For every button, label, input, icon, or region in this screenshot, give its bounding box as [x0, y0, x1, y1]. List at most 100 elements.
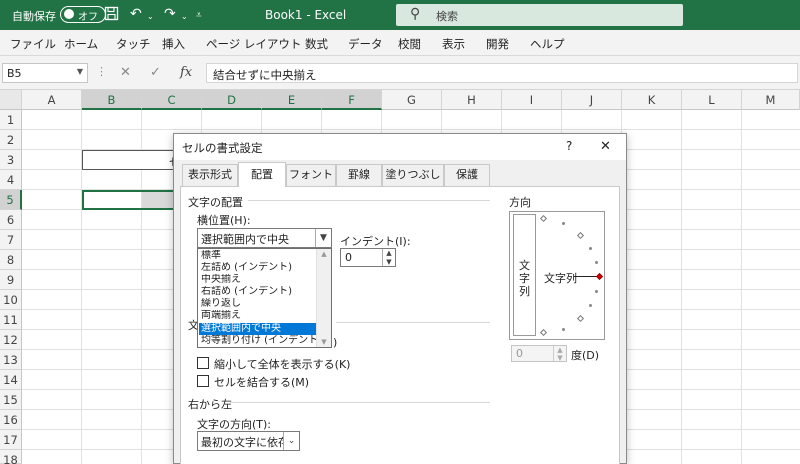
chevron-down-icon[interactable]: ⌄: [283, 432, 299, 450]
horizontal-alignment-value: 選択範囲内で中央: [201, 233, 289, 246]
row-header[interactable]: 10: [0, 290, 22, 310]
column-header[interactable]: A: [22, 90, 82, 110]
tab-home[interactable]: ホーム: [64, 36, 98, 52]
row-header[interactable]: 5: [0, 190, 22, 210]
spin-down-icon[interactable]: ▼: [383, 258, 395, 267]
text-direction-select[interactable]: 最初の文字に依存 ⌄: [197, 431, 300, 451]
tab-insert[interactable]: 挿入: [162, 36, 185, 52]
enter-icon[interactable]: ✓: [150, 65, 161, 80]
search-icon: ⚲: [410, 6, 421, 22]
dropdown-option[interactable]: 繰り返し: [199, 298, 316, 310]
dropdown-option[interactable]: 均等割り付け (インデント): [199, 335, 316, 347]
shrink-to-fit-checkbox[interactable]: [197, 357, 209, 369]
horizontal-alignment-dropdown[interactable]: 標準 左詰め (インデント) 中央揃え 右詰め (インデント) 繰り返し 両端揃…: [197, 248, 332, 348]
dropdown-option[interactable]: 両端揃え: [199, 310, 316, 322]
chevron-down-icon[interactable]: ▼: [77, 67, 83, 76]
row-header[interactable]: 13: [0, 350, 22, 370]
formula-input[interactable]: 結合せずに中央揃え: [206, 63, 798, 83]
tab-number[interactable]: 表示形式: [182, 164, 238, 186]
redo-dropdown-icon[interactable]: ⌄: [181, 9, 188, 25]
scroll-up-icon[interactable]: ▲: [317, 250, 331, 258]
indent-label: インデント(I):: [340, 235, 411, 248]
name-box[interactable]: B5 ▼: [2, 63, 88, 83]
tab-review[interactable]: 校閲: [398, 36, 421, 52]
column-header[interactable]: B: [82, 90, 142, 110]
spin-up-icon[interactable]: ▲: [554, 346, 566, 354]
row-header[interactable]: 17: [0, 430, 22, 450]
column-header[interactable]: G: [382, 90, 442, 110]
tab-formulas[interactable]: 数式: [305, 36, 328, 52]
tab-view[interactable]: 表示: [442, 36, 465, 52]
tab-alignment[interactable]: 配置: [238, 162, 286, 187]
row-header[interactable]: 8: [0, 250, 22, 270]
dropdown-option[interactable]: 中央揃え: [199, 274, 316, 286]
row-header[interactable]: 18: [0, 450, 22, 464]
dropdown-option[interactable]: 標準: [199, 250, 316, 262]
insert-function-icon[interactable]: fx: [180, 65, 192, 80]
dropdown-option[interactable]: 左詰め (インデント): [199, 262, 316, 274]
column-header[interactable]: E: [262, 90, 322, 110]
orientation-group-label: 方向: [509, 196, 531, 209]
tab-font[interactable]: フォント: [286, 164, 336, 186]
help-icon[interactable]: ?: [566, 139, 572, 153]
row-header[interactable]: 6: [0, 210, 22, 230]
close-icon[interactable]: ✕: [600, 139, 611, 154]
undo-dropdown-icon[interactable]: ⌄: [147, 9, 154, 25]
dropdown-option-selected[interactable]: 選択範囲内で中央: [199, 323, 316, 335]
row-header[interactable]: 1: [0, 110, 22, 130]
column-header[interactable]: K: [622, 90, 682, 110]
select-all-corner[interactable]: [0, 90, 22, 110]
row-header[interactable]: 7: [0, 230, 22, 250]
undo-icon[interactable]: ↶: [130, 6, 142, 22]
tab-file[interactable]: ファイル: [10, 36, 56, 52]
column-header[interactable]: C: [142, 90, 202, 110]
column-header[interactable]: L: [682, 90, 742, 110]
dropdown-scrollbar[interactable]: ▲ ▼: [316, 249, 331, 347]
column-header[interactable]: J: [562, 90, 622, 110]
row-header[interactable]: 9: [0, 270, 22, 290]
row-header[interactable]: 11: [0, 310, 22, 330]
tab-fill[interactable]: 塗りつぶし: [382, 164, 444, 186]
row-header[interactable]: 15: [0, 390, 22, 410]
customize-quick-access-icon[interactable]: ⩡: [196, 8, 202, 24]
column-header[interactable]: F: [322, 90, 382, 110]
spin-up-icon[interactable]: ▲: [383, 249, 395, 258]
chevron-down-icon[interactable]: ▼: [315, 229, 331, 247]
autosave-toggle[interactable]: オフ: [60, 6, 106, 23]
indent-spinner[interactable]: 0 ▲ ▼: [340, 248, 396, 267]
orientation-dot: [562, 222, 565, 225]
tab-touch[interactable]: タッチ: [116, 36, 151, 52]
dialog-title: セルの書式設定: [182, 141, 263, 155]
row-header[interactable]: 2: [0, 130, 22, 150]
row-header[interactable]: 4: [0, 170, 22, 190]
ribbon-tabs: ファイル ホーム タッチ 挿入 ページ レイアウト 数式 データ 校閲 表示 開…: [0, 30, 800, 56]
merge-cells-checkbox[interactable]: [197, 375, 209, 387]
column-header[interactable]: D: [202, 90, 262, 110]
dropdown-option[interactable]: 右詰め (インデント): [199, 286, 316, 298]
tab-protection[interactable]: 保護: [444, 164, 490, 186]
column-header[interactable]: M: [742, 90, 800, 110]
spinner-buttons[interactable]: ▲ ▼: [553, 346, 566, 361]
save-icon[interactable]: [104, 6, 119, 25]
row-header[interactable]: 3: [0, 150, 22, 170]
row-header[interactable]: 16: [0, 410, 22, 430]
vertical-text-button[interactable]: 文字列: [513, 214, 536, 336]
tab-data[interactable]: データ: [348, 36, 383, 52]
degrees-spinner[interactable]: 0 ▲ ▼: [511, 345, 567, 362]
search-box[interactable]: ⚲ 検索: [396, 4, 683, 26]
row-header[interactable]: 14: [0, 370, 22, 390]
tab-border[interactable]: 罫線: [336, 164, 382, 186]
degrees-value: 0: [516, 347, 523, 360]
spin-down-icon[interactable]: ▼: [554, 354, 566, 362]
column-header[interactable]: I: [502, 90, 562, 110]
horizontal-alignment-select[interactable]: 選択範囲内で中央 ▼: [197, 228, 332, 248]
tab-help[interactable]: ヘルプ: [530, 36, 565, 52]
cancel-icon[interactable]: ✕: [120, 65, 131, 80]
tab-developer[interactable]: 開発: [486, 36, 509, 52]
row-header[interactable]: 12: [0, 330, 22, 350]
redo-icon[interactable]: ↷: [164, 6, 176, 22]
tab-page-layout[interactable]: ページ レイアウト: [206, 36, 301, 52]
spinner-buttons[interactable]: ▲ ▼: [382, 249, 395, 266]
column-header[interactable]: H: [442, 90, 502, 110]
scroll-down-icon[interactable]: ▼: [317, 338, 331, 346]
